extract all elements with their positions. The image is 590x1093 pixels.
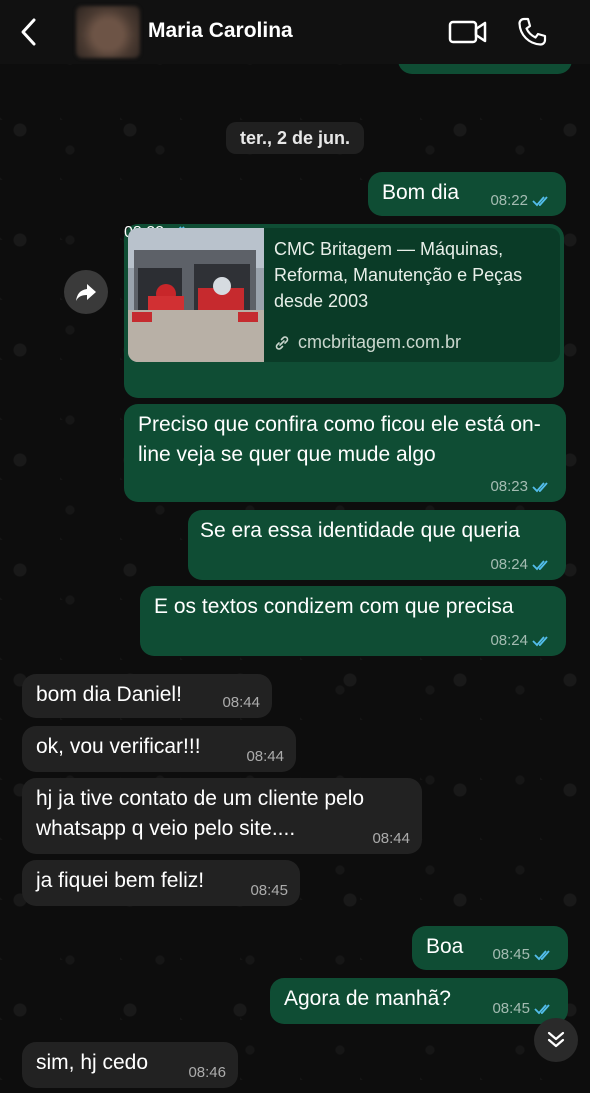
link-preview-card[interactable]: CMC Britagem — Máquinas, Reforma, Manute…: [128, 228, 560, 362]
link-thumbnail-image: [128, 228, 264, 362]
message-text: E os textos condizem com que precisa: [154, 595, 514, 618]
read-ticks-icon: [532, 636, 548, 647]
message-bubble-incoming[interactable]: ja fiquei bem feliz! 08:45: [22, 860, 300, 906]
message-bubble-outgoing[interactable]: Se era essa identidade que queria 08:24: [188, 510, 566, 580]
message-time: 08:46: [188, 1064, 226, 1081]
message-time: 08:22: [490, 192, 552, 210]
double-chevron-down-icon: [547, 1031, 565, 1048]
message-time: 08:23: [490, 478, 552, 496]
message-text: sim, hj cedo: [36, 1051, 149, 1074]
message-time: 08:44: [222, 694, 260, 711]
chat-header: Maria Carolina: [0, 0, 590, 64]
message-text: ok, vou verificar!!!: [36, 735, 201, 758]
message-bubble-outgoing[interactable]: Boa 08:45: [412, 926, 568, 970]
back-button[interactable]: [14, 14, 44, 50]
message-bubble-incoming[interactable]: bom dia Daniel! 08:44: [22, 674, 272, 718]
message-time: 08:24: [490, 556, 552, 574]
link-icon: [275, 335, 289, 350]
voice-call-button[interactable]: [516, 16, 548, 48]
message-time: 08:44: [372, 830, 410, 847]
read-ticks-icon: [534, 1004, 550, 1015]
video-call-icon: [448, 20, 487, 44]
message-text: hj ja tive contato de um cliente pelo wh…: [36, 787, 365, 840]
read-ticks-icon: [532, 482, 548, 493]
message-bubble-incoming[interactable]: sim, hj cedo 08:46: [22, 1042, 238, 1088]
contact-name[interactable]: Maria Carolina: [148, 19, 293, 43]
message-bubble-outgoing[interactable]: Preciso que confira como ficou ele está …: [124, 404, 566, 502]
message-time: 08:45: [250, 882, 288, 899]
message-bubble-incoming[interactable]: hj ja tive contato de um cliente pelo wh…: [22, 778, 422, 854]
message-text: Preciso que confira como ficou ele está …: [138, 413, 541, 466]
scroll-to-bottom-button[interactable]: [534, 1018, 578, 1062]
read-ticks-icon: [534, 950, 550, 961]
message-bubble-outgoing[interactable]: Agora de manhã? 08:45: [270, 978, 568, 1024]
message-text: bom dia Daniel!: [36, 683, 182, 706]
message-time: 08:44: [246, 748, 284, 765]
message-time: 08:24: [490, 632, 552, 650]
avatar[interactable]: [76, 6, 140, 58]
message-text: Se era essa identidade que queria: [200, 519, 520, 542]
forward-button[interactable]: [64, 270, 108, 314]
message-text: Boa: [426, 935, 464, 958]
forward-arrow-icon: [76, 284, 96, 301]
message-time: 08:45: [492, 946, 554, 964]
link-url: cmcbritagem.com.br: [274, 332, 461, 353]
read-ticks-icon: [532, 560, 548, 571]
back-chevron-icon: [21, 18, 36, 46]
message-bubble-outgoing[interactable]: E os textos condizem com que precisa 08:…: [140, 586, 566, 656]
message-text: Agora de manhã?: [284, 987, 451, 1010]
message-bubble-outgoing[interactable]: Bom dia 08:22: [368, 172, 566, 216]
voice-call-icon: [518, 17, 547, 46]
message-time: 08:45: [492, 1000, 554, 1018]
video-call-button[interactable]: [448, 16, 488, 48]
message-text: ja fiquei bem feliz!: [36, 869, 205, 892]
message-text: Bom dia: [382, 181, 460, 204]
read-ticks-icon: [532, 196, 548, 207]
message-bubble-incoming[interactable]: ok, vou verificar!!! 08:44: [22, 726, 296, 772]
link-title: CMC Britagem — Máquinas, Reforma, Manute…: [274, 239, 523, 311]
link-preview-bubble[interactable]: CMC Britagem — Máquinas, Reforma, Manute…: [124, 224, 564, 398]
date-divider: ter., 2 de jun.: [226, 122, 364, 154]
